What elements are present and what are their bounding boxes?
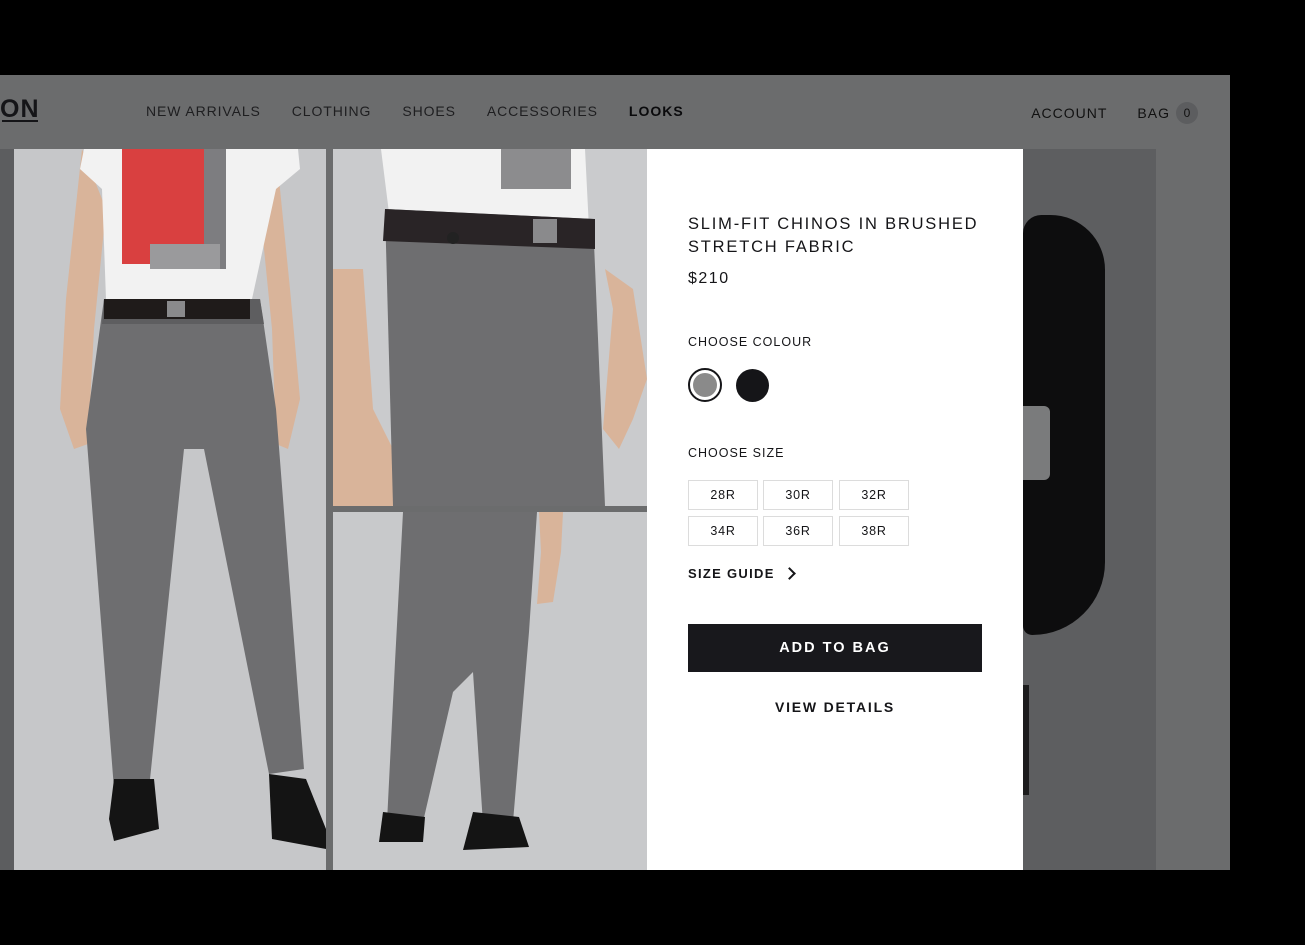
colour-swatch-grey[interactable] bbox=[688, 368, 722, 402]
add-to-bag-button[interactable]: ADD TO BAG bbox=[688, 624, 982, 672]
product-image-detail[interactable] bbox=[333, 149, 647, 506]
nav-item-looks[interactable]: LOOKS bbox=[629, 103, 684, 119]
product-image-back[interactable] bbox=[333, 512, 647, 870]
nav-item-accessories[interactable]: ACCESSORIES bbox=[487, 103, 598, 119]
view-details-link[interactable]: VIEW DETAILS bbox=[688, 699, 982, 715]
background-left-strip bbox=[0, 149, 14, 870]
brand-logo[interactable]: ON bbox=[0, 95, 40, 124]
size-option-38r[interactable]: 38R bbox=[839, 516, 909, 546]
site-header: ON NEW ARRIVALS CLOTHING SHOES ACCESSORI… bbox=[0, 75, 1230, 149]
background-label-card bbox=[1023, 406, 1050, 480]
size-guide-label: SIZE GUIDE bbox=[688, 566, 775, 581]
size-option-34r[interactable]: 34R bbox=[688, 516, 758, 546]
bag-count-badge[interactable]: 0 bbox=[1176, 102, 1198, 124]
account-link[interactable]: ACCOUNT bbox=[1031, 105, 1107, 121]
bag-link[interactable]: BAG bbox=[1137, 105, 1170, 121]
colour-swatch-black[interactable] bbox=[736, 369, 769, 402]
size-option-32r[interactable]: 32R bbox=[839, 480, 909, 510]
size-option-28r[interactable]: 28R bbox=[688, 480, 758, 510]
quick-view-panel: SLIM-FIT CHINOS IN BRUSHED STRETCH FABRI… bbox=[647, 149, 1023, 870]
header-actions: ACCOUNT BAG 0 bbox=[1031, 102, 1198, 124]
product-title: SLIM-FIT CHINOS IN BRUSHED STRETCH FABRI… bbox=[688, 215, 979, 256]
size-heading: CHOOSE SIZE bbox=[688, 446, 785, 460]
nav-item-new-arrivals[interactable]: NEW ARRIVALS bbox=[146, 103, 261, 119]
nav-item-clothing[interactable]: CLOTHING bbox=[292, 103, 372, 119]
logo-text: ON bbox=[0, 95, 40, 123]
model-front-illustration bbox=[14, 149, 326, 870]
product-image-front[interactable] bbox=[14, 149, 326, 870]
size-guide-link[interactable]: SIZE GUIDE bbox=[688, 566, 796, 581]
size-option-30r[interactable]: 30R bbox=[763, 480, 833, 510]
trousers-detail-illustration bbox=[333, 149, 647, 506]
trousers-back-illustration bbox=[333, 512, 647, 870]
chevron-right-icon bbox=[782, 567, 796, 580]
product-price: $210 bbox=[688, 270, 730, 287]
size-option-36r[interactable]: 36R bbox=[763, 516, 833, 546]
main-nav: NEW ARRIVALS CLOTHING SHOES ACCESSORIES … bbox=[146, 103, 715, 119]
colour-heading: CHOOSE COLOUR bbox=[688, 335, 813, 349]
nav-item-shoes[interactable]: SHOES bbox=[402, 103, 456, 119]
quick-view-frame: ON NEW ARRIVALS CLOTHING SHOES ACCESSORI… bbox=[0, 75, 1230, 870]
background-coat-detail bbox=[1023, 685, 1029, 795]
logo-underline bbox=[2, 120, 38, 122]
